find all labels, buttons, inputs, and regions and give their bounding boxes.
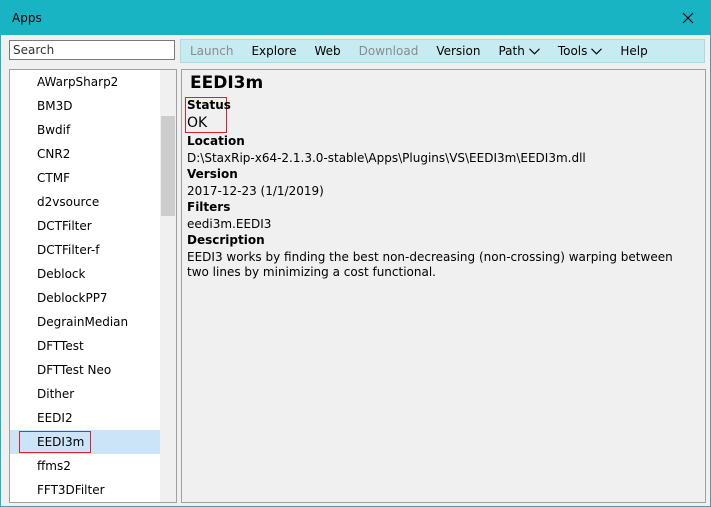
list-item-label: DeblockPP7 [37, 291, 108, 305]
detail-panel: EEDI3m Status OK Location D:\StaxRip-x64… [181, 69, 706, 503]
list-item-label: CTMF [37, 171, 70, 185]
list-item[interactable]: CTMF [10, 166, 160, 190]
list-item[interactable]: DCTFilter-f [10, 238, 160, 262]
list-item-label: Deblock [37, 267, 86, 281]
list-item[interactable]: AWarpSharp2 [10, 70, 160, 94]
list-item-label: DegrainMedian [37, 315, 129, 329]
menu-label: Tools [557, 44, 588, 58]
plugin-list[interactable]: AWarpSharp2 BM3D Bwdif CNR2 CTMF d2vsource DCT… [9, 69, 177, 503]
list-item[interactable]: DCTFilter [10, 214, 160, 238]
list-item[interactable]: Bwdif [10, 118, 160, 142]
title-bar[interactable]: Apps [1, 1, 710, 35]
status-value: OK [187, 115, 208, 131]
close-button[interactable] [666, 1, 710, 35]
list-item[interactable]: DeblockPP7 [10, 286, 160, 310]
list-item-label: DCTFilter-f [37, 243, 100, 257]
search-input[interactable] [9, 40, 175, 60]
version-label: Version [187, 167, 238, 181]
menu-explore[interactable]: Explore [242, 40, 305, 62]
list-item[interactable]: EEDI2 [10, 406, 160, 430]
list-item[interactable]: Dither [10, 382, 160, 406]
menu-tools[interactable]: Tools [549, 40, 612, 62]
chevron-down-icon [591, 47, 603, 55]
list-item[interactable]: ffms2 [10, 454, 160, 478]
list-item-label: FFT3DFilter [37, 483, 105, 497]
filters-value: eedi3m.EEDI3 [187, 217, 272, 231]
list-item[interactable]: DegrainMedian [10, 310, 160, 334]
list-item-label: AWarpSharp2 [37, 75, 119, 89]
scrollbar-thumb[interactable] [161, 116, 175, 216]
list-item-label: Bwdif [37, 123, 71, 137]
list-item-label: DCTFilter [37, 219, 92, 233]
menu-label: Version [436, 44, 481, 58]
menu-web[interactable]: Web [305, 40, 349, 62]
window-title: Apps [12, 11, 42, 25]
menu-label: Download [358, 44, 419, 58]
list-item[interactable]: CNR2 [10, 142, 160, 166]
list-item-label: DFTTest [37, 339, 84, 353]
menu-help[interactable]: Help [611, 40, 656, 62]
menu-path[interactable]: Path [489, 40, 548, 62]
apps-window: Apps Launch Explore Web Download Version Path… [0, 0, 711, 507]
list-item[interactable]: Deblock [10, 262, 160, 286]
list-item[interactable]: DFTTest Neo [10, 358, 160, 382]
location-label: Location [187, 134, 245, 148]
list-item-label: EEDI3m [18, 431, 92, 453]
detail-title: EEDI3m [190, 73, 264, 93]
menu-bar: Launch Explore Web Download Version Path Tools… [180, 39, 705, 63]
location-value: D:\StaxRip-x64-2.1.3.0-stable\Apps\Plugi… [187, 151, 586, 165]
description-value: EEDI3 works by finding the best non-decr… [187, 250, 673, 279]
list-item[interactable]: BM3D [10, 94, 160, 118]
filters-label: Filters [187, 200, 231, 214]
list-item[interactable]: d2vsource [10, 190, 160, 214]
menu-label: Explore [251, 44, 297, 58]
close-icon [682, 12, 694, 24]
plugin-list-scrollbar[interactable] [160, 70, 176, 502]
list-item-label: EEDI2 [37, 411, 73, 425]
menu-label: Launch [190, 44, 234, 58]
menu-label: Help [620, 44, 648, 58]
status-label: Status [187, 98, 231, 112]
list-item[interactable]: DFTTest [10, 334, 160, 358]
list-item-label: BM3D [37, 99, 73, 113]
list-item[interactable]: EEDI3m [10, 430, 160, 454]
menu-download[interactable]: Download [350, 40, 428, 62]
menu-version[interactable]: Version [427, 40, 489, 62]
version-value: 2017-12-23 (1/1/2019) [187, 184, 324, 198]
list-item[interactable]: FFT3DFilter [10, 478, 160, 502]
chevron-down-icon [528, 47, 540, 55]
menu-label: Web [314, 44, 341, 58]
list-item-label: d2vsource [37, 195, 100, 209]
list-item-label: CNR2 [37, 147, 71, 161]
list-item-label: ffms2 [37, 459, 71, 473]
list-item-label: DFTTest Neo [37, 363, 112, 377]
description-label: Description [187, 233, 265, 247]
list-item-label: Dither [37, 387, 75, 401]
menu-launch[interactable]: Launch [181, 40, 242, 62]
menu-label: Path [498, 44, 525, 58]
